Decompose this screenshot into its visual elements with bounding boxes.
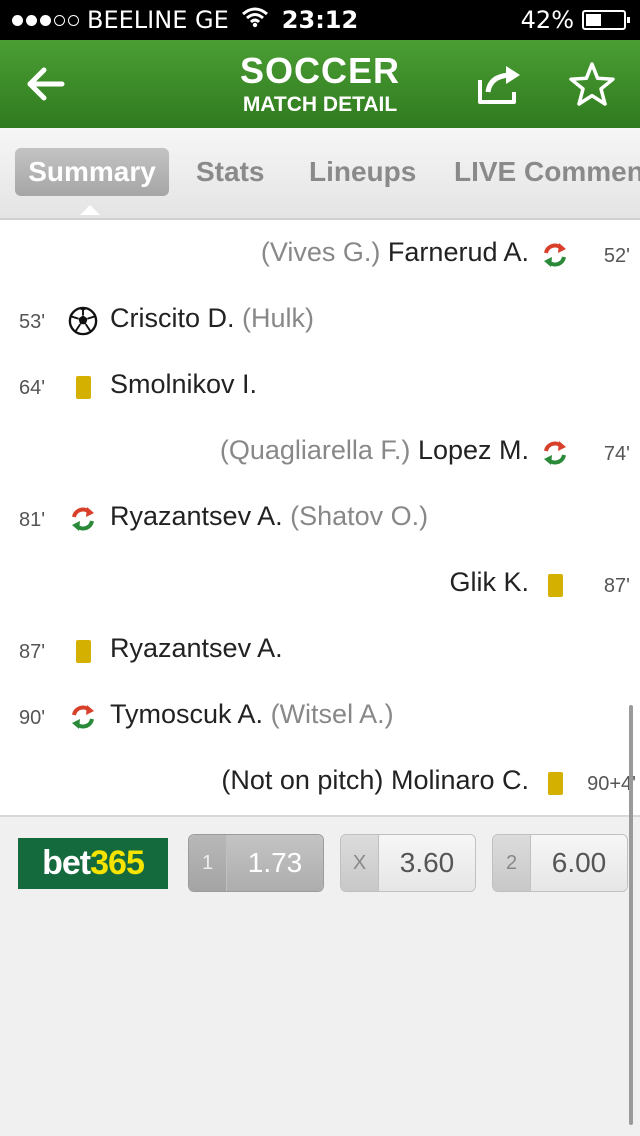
event-text: Criscito D. (Hulk): [110, 303, 314, 334]
event-row: 81' Ryazantsev A. (Shatov O.): [0, 487, 640, 553]
event-detail: (Witsel A.): [270, 699, 394, 729]
event-row: (Not on pitch) Molinaro C. 90+4': [0, 751, 640, 815]
event-player: Tymoscuk A.: [110, 699, 264, 729]
event-player: Smolnikov I.: [110, 369, 258, 399]
active-tab-caret: [80, 205, 100, 215]
event-row: 64' Smolnikov I.: [0, 355, 640, 421]
event-minute: 87': [603, 575, 630, 597]
event-text: (Not on pitch) Molinaro C.: [221, 765, 529, 796]
event-player: Ryazantsev A.: [110, 501, 283, 531]
status-right: 42%: [520, 6, 630, 34]
share-icon: [478, 66, 520, 104]
event-text: Tymoscuk A. (Witsel A.): [110, 699, 394, 730]
tab-lineups[interactable]: Lineups: [309, 148, 416, 196]
substitution-icon: [68, 504, 98, 534]
odds-label: 2: [493, 835, 531, 891]
yellow-card-icon: [68, 636, 98, 666]
odds-away-button[interactable]: 2 6.00: [492, 834, 628, 892]
event-detail: (Vives G.): [260, 237, 381, 267]
event-minute: 53': [19, 311, 46, 333]
event-row: 90' Tymoscuk A. (Witsel A.): [0, 685, 640, 751]
scrollbar[interactable]: [629, 705, 633, 1125]
bookmaker-logo[interactable]: bet 365: [18, 838, 168, 889]
event-detail: (Not on pitch): [221, 765, 384, 795]
event-row: 87' Ryazantsev A.: [0, 619, 640, 685]
event-minute: 90': [19, 707, 46, 729]
event-text: Ryazantsev A.: [110, 633, 283, 664]
event-text: (Vives G.) Farnerud A.: [261, 237, 529, 268]
event-player: Criscito D.: [110, 303, 235, 333]
event-text: Smolnikov I.: [110, 369, 257, 400]
yellow-card-icon: [540, 768, 570, 798]
event-player: Glik K.: [449, 567, 529, 597]
bookmaker-logo-text-1: bet: [42, 844, 91, 882]
substitution-icon: [540, 438, 570, 468]
odds-label: 1: [189, 835, 227, 891]
star-outline-icon: [569, 62, 615, 106]
event-minute: 52': [603, 245, 630, 267]
odds-value: 1.73: [227, 835, 323, 891]
page-title: SOCCER: [239, 50, 401, 91]
page-subtitle: MATCH DETAIL: [242, 93, 398, 116]
soccer-ball-icon: [68, 306, 98, 336]
odds-value: 3.60: [379, 835, 475, 891]
match-events-list[interactable]: (Vives G.) Farnerud A. 52' 53' Criscito …: [0, 220, 640, 817]
battery-icon: [582, 10, 630, 30]
event-detail: (Hulk): [242, 303, 315, 333]
share-button[interactable]: [474, 58, 526, 110]
battery-percent: 42%: [520, 6, 574, 34]
event-row: 53' Criscito D. (Hulk): [0, 289, 640, 355]
event-row: Glik K. 87': [0, 553, 640, 619]
event-minute: 74': [603, 443, 630, 465]
event-row: (Quagliarella F.) Lopez M. 74': [0, 421, 640, 487]
event-text: Glik K.: [449, 567, 529, 598]
event-player: Molinaro C.: [390, 765, 529, 795]
yellow-card-icon: [68, 372, 98, 402]
odds-home-button[interactable]: 1 1.73: [188, 834, 324, 892]
odds-value: 6.00: [531, 835, 627, 891]
odds-label: X: [341, 835, 379, 891]
substitution-icon: [540, 240, 570, 270]
event-row: (Vives G.) Farnerud A. 52': [0, 223, 640, 289]
event-minute: 87': [19, 641, 46, 663]
favorite-button[interactable]: [566, 58, 618, 110]
event-minute: 64': [19, 377, 46, 399]
event-detail: (Quagliarella F.): [219, 435, 411, 465]
status-bar: BEELINE GE 23:12 42%: [0, 0, 640, 40]
yellow-card-icon: [540, 570, 570, 600]
bookmaker-logo-text-2: 365: [90, 844, 145, 882]
header: SOCCER MATCH DETAIL: [0, 40, 640, 128]
event-minute: 81': [19, 509, 46, 531]
event-detail: (Shatov O.): [290, 501, 429, 531]
event-text: (Quagliarella F.) Lopez M.: [220, 435, 529, 466]
tab-live-commentary[interactable]: LIVE Commentary: [454, 148, 640, 196]
tab-summary[interactable]: Summary: [15, 148, 169, 196]
event-player: Farnerud A.: [387, 237, 529, 267]
event-text: Ryazantsev A. (Shatov O.): [110, 501, 428, 532]
tab-stats[interactable]: Stats: [196, 148, 264, 196]
event-player: Lopez M.: [417, 435, 529, 465]
odds-draw-button[interactable]: X 3.60: [340, 834, 476, 892]
substitution-icon: [68, 702, 98, 732]
event-player: Ryazantsev A.: [110, 633, 283, 663]
